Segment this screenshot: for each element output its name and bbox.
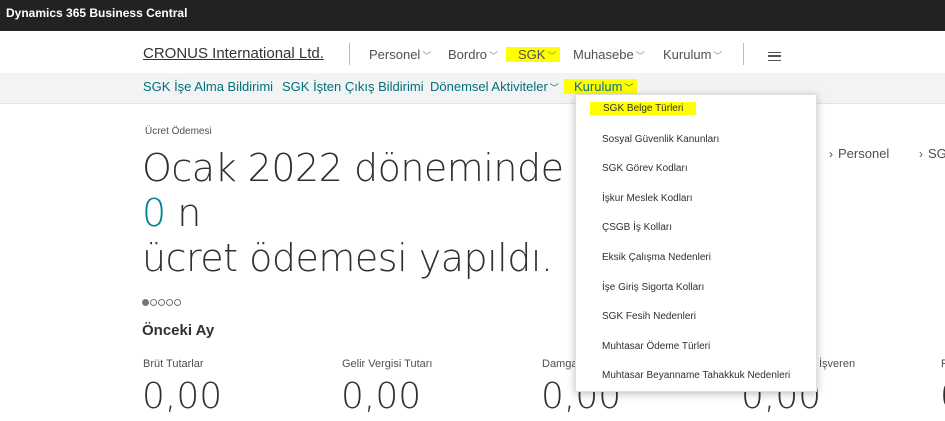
chevron-down-icon: ﹀ — [624, 83, 634, 93]
chevron-down-icon: ﹀ — [635, 51, 645, 61]
menu-item-muhtasar-odeme-turleri[interactable]: Muhtasar Ödeme Türleri — [602, 341, 710, 352]
link-sg[interactable]: › SG — [919, 146, 945, 161]
hamburger-icon[interactable] — [768, 52, 781, 61]
chevron-down-icon: ﹀ — [422, 51, 432, 61]
nav-item-bordro[interactable]: Bordro ﹀ — [448, 47, 498, 62]
nav-item-sgk[interactable]: SGK ﹀ — [506, 47, 561, 62]
subnav-item-isten-cikis[interactable]: SGK İşten Çıkış Bildirimi — [282, 79, 424, 94]
menu-item-sgk-gorev-kodlari[interactable]: SGK Görev Kodları — [602, 163, 688, 174]
nav-divider — [743, 43, 744, 65]
chevron-right-icon: › — [829, 147, 833, 161]
nav-item-label: SGK — [518, 47, 546, 62]
menu-item-eksik-calisma-nedenleri[interactable]: Eksik Çalışma Nedenleri — [602, 252, 711, 263]
tile-label: Brüt Tutarlar — [143, 358, 204, 370]
menu-item-csgb-is-kollari[interactable]: ÇSGB İş Kolları — [602, 222, 672, 233]
nav-item-label: Bordro — [448, 47, 488, 62]
carousel-dot[interactable] — [142, 299, 149, 307]
carousel-indicator — [142, 294, 182, 307]
chevron-down-icon: ﹀ — [549, 83, 559, 93]
headline-part: n — [165, 191, 201, 235]
subnav-item-label: Kurulum — [574, 79, 623, 94]
app-title: Dynamics 365 Business Central — [6, 6, 188, 20]
link-label: Personel — [838, 146, 890, 161]
subnav-item-kurulum[interactable]: Kurulum ﹀ — [564, 79, 638, 94]
subnav-item-donemsel-aktiviteler[interactable]: Dönemsel Aktiviteler ﹀ — [430, 79, 559, 94]
subnav-item-label: Dönemsel Aktiviteler — [430, 79, 548, 94]
menu-item-label: SGK Belge Türleri — [590, 102, 697, 115]
headline-line: ücret ödemesi yapıldı. — [142, 236, 553, 280]
section-title: Önceki Ay — [142, 322, 215, 339]
nav-item-label: Kurulum — [663, 47, 712, 62]
kurulum-dropdown-menu: SGK Belge Türleri Sosyal Güvenlik Kanunl… — [575, 94, 817, 392]
link-label: SG — [928, 146, 945, 161]
menu-item-ise-giris-sigorta-kollari[interactable]: İşe Giriş Sigorta Kolları — [602, 282, 704, 293]
headline-text: Ocak 2022 döneminde 0 n ücret ödemesi yap… — [142, 146, 582, 281]
headline-part: Ocak 2022 döneminde — [142, 146, 564, 190]
carousel-dot[interactable] — [166, 299, 173, 307]
tile-value[interactable]: 0,00 — [142, 376, 222, 417]
nav-item-label: Personel — [369, 47, 421, 62]
subnav-item-ise-alma[interactable]: SGK İşe Alma Bildirimi — [143, 79, 273, 94]
chevron-right-icon: › — [919, 147, 923, 161]
nav-item-personel[interactable]: Personel ﹀ — [369, 47, 431, 62]
link-personel[interactable]: › Personel — [829, 146, 889, 161]
tile-label: Gelir Vergisi Tutarı — [342, 358, 433, 370]
headline-number[interactable]: 0 — [142, 191, 166, 235]
chevron-down-icon: ﹀ — [547, 51, 557, 61]
nav-item-muhasebe[interactable]: Muhasebe ﹀ — [573, 47, 645, 62]
menu-item-sgk-fesih-nedenleri[interactable]: SGK Fesih Nedenleri — [602, 311, 696, 322]
menu-item-sosyal-guvenlik-kanunlari[interactable]: Sosyal Güvenlik Kanunları — [602, 134, 719, 145]
menu-item-iskur-meslek-kodlari[interactable]: İşkur Meslek Kodları — [602, 193, 693, 204]
chevron-down-icon: ﹀ — [713, 51, 723, 61]
page-caption: Ücret Ödemesi — [145, 126, 212, 137]
menu-item-muhtasar-beyanname-tahakkuk-nedenleri[interactable]: Muhtasar Beyanname Tahakkuk Nedenleri — [602, 370, 790, 381]
nav-item-label: Muhasebe — [573, 47, 634, 62]
nav-divider — [349, 43, 350, 65]
carousel-dot[interactable] — [158, 299, 165, 307]
company-name-link[interactable]: CRONUS International Ltd. — [143, 45, 324, 62]
tile-value[interactable]: 0 — [940, 376, 945, 417]
tile-label: İşveren — [819, 358, 856, 370]
chevron-down-icon: ﹀ — [489, 51, 499, 61]
tile-label: P — [941, 358, 945, 370]
primary-navigation: CRONUS International Ltd. Personel ﹀ Bord… — [0, 31, 945, 73]
tile-label: Damga — [542, 358, 578, 370]
carousel-dot[interactable] — [150, 299, 157, 307]
nav-item-kurulum[interactable]: Kurulum ﹀ — [663, 47, 722, 62]
menu-item-sgk-belge-turleri[interactable]: SGK Belge Türleri — [590, 102, 697, 115]
tile-value[interactable]: 0,00 — [341, 376, 421, 417]
app-top-bar: Dynamics 365 Business Central — [0, 0, 945, 31]
carousel-dot[interactable] — [174, 299, 181, 307]
